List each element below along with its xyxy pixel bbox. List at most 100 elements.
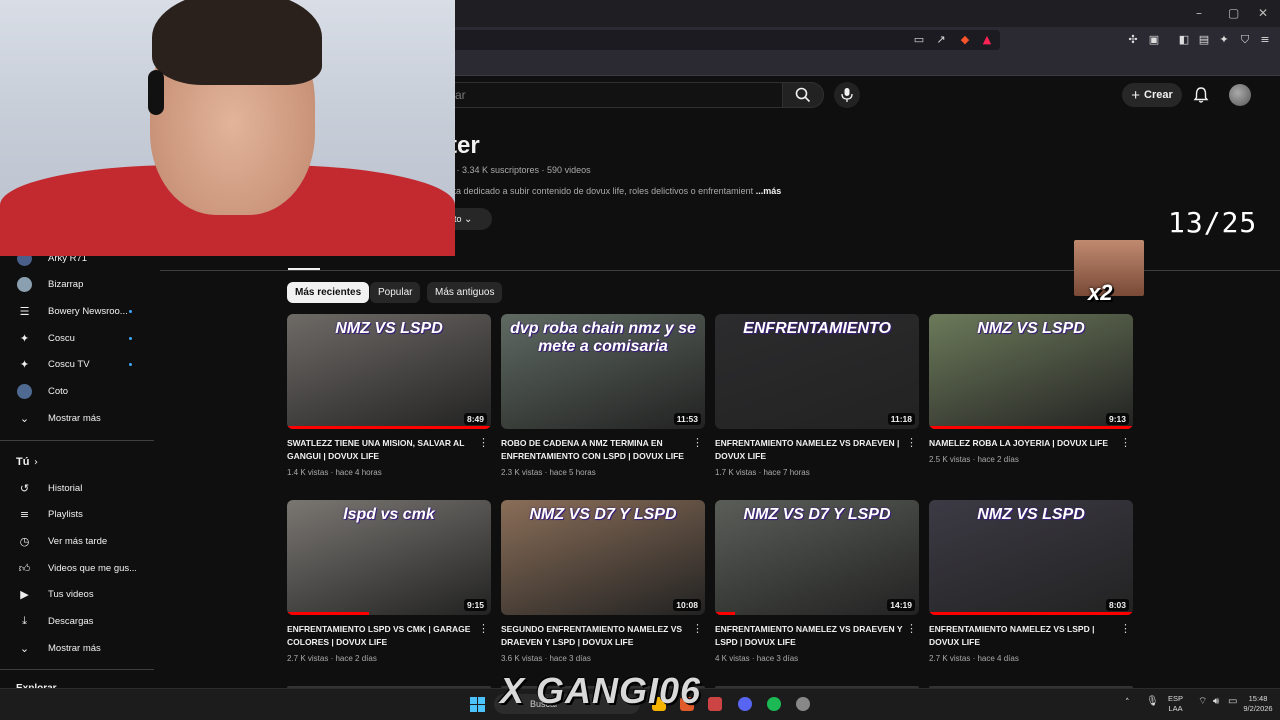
battery-icon[interactable]: ▭ [1228,697,1237,707]
video-card[interactable]: NMZ VS LSPD 8:49 SWATLEZZ TIENE UNA MISION… [287,314,491,484]
video-thumbnail[interactable]: NMZ VS D7 Y LSPD 14:19 [715,500,919,615]
chip-recent[interactable]: Más recientes [287,282,370,303]
more-options-icon[interactable]: ⋮ [1120,436,1131,449]
video-thumbnail[interactable]: NMZ VS LSPD 8:49 [287,314,491,429]
search-input[interactable] [441,83,782,107]
video-title[interactable]: ENFRENTAMIENTO NAMELEZ VS DRAEVEN | DOVU… [715,437,911,463]
channel-avatar [17,276,32,292]
video-title[interactable]: NAMELEZ ROBA LA JOYERIA | DOVUX LIFE [929,437,1125,450]
tray-chevron-icon[interactable]: ˄ [1125,698,1130,708]
volume-icon[interactable]: 🔊︎ [1213,697,1219,707]
windows-start-icon[interactable] [470,697,485,712]
voice-search-button[interactable] [834,82,860,108]
video-thumbnail[interactable]: ENFRENTAMIENTO 11:18 [715,314,919,429]
video-card[interactable]: ENFRENTAMIENTO 11:18 ENFRENTAMIENTO NAMELE… [715,314,919,484]
video-views: 2.5 K vistas [929,455,971,464]
video-thumbnail[interactable]: lspd vs cmk 9:15 [287,500,491,615]
wallet2-icon[interactable]: ▤ [1197,33,1211,47]
clock-date: 9/2/2026 [1243,704,1273,713]
video-title[interactable]: ENFRENTAMIENTO NAMELEZ VS DRAEVEN Y LSPD… [715,623,911,649]
vpn-icon[interactable]: ⛉ [1238,33,1252,47]
extensions-icon[interactable]: ✣ [1126,33,1140,47]
video-title[interactable]: ENFRENTAMIENTO NAMELEZ VS LSPD | DOVUX L… [929,623,1125,649]
sidebar-item-your-videos[interactable]: ▶ Tus videos [0,582,154,606]
more-link[interactable]: ...más [756,186,782,196]
video-thumbnail[interactable]: NMZ VS D7 Y LSPD 10:08 [501,500,705,615]
sidebar-item-bowery[interactable]: ☰ Bowery Newsroo... [0,299,154,323]
sidebar-show-more-tu[interactable]: ⌄ Mostrar más [0,636,154,660]
chip-oldest[interactable]: Más antiguos [427,282,503,303]
microphone-tray-icon[interactable]: 🎙︎ [1146,697,1159,707]
sidebar-show-more-subs[interactable]: ⌄ Mostrar más [0,406,154,430]
video-age: hace 3 días [756,654,799,663]
account-avatar[interactable] [1229,84,1251,106]
sidebar-item-coto[interactable]: Coto [0,379,154,403]
more-options-icon[interactable]: ⋮ [906,622,917,635]
playlists-icon: ≡ [19,507,30,521]
sidebar-item-history[interactable]: ↺ Historial [0,476,154,500]
video-card[interactable]: dvp roba chain nmz y se mete a comisaria… [501,314,705,484]
video-thumbnail[interactable]: dvp roba chain nmz y se mete a comisaria… [501,314,705,429]
video-title[interactable]: ROBO DE CADENA A NMZ TERMINA EN ENFRENTA… [501,437,697,463]
video-card[interactable]: lspd vs cmk 9:15 ENFRENTAMIENTO LSPD VS CM… [287,500,491,670]
cast-icon[interactable]: ▭ [912,33,926,47]
spotify-taskbar-icon[interactable] [767,697,781,711]
sidebar-section-tu[interactable]: Tú › [0,450,154,474]
close-icon[interactable]: ✕ [1258,6,1268,20]
brave-shield-icon[interactable]: ◆ [958,33,972,47]
taskbar-clock[interactable]: 15:48 9/2/2026 [1240,694,1276,714]
sidebar-item-watch-later[interactable]: ◷ Ver más tarde [0,529,154,553]
more-options-icon[interactable]: ⋮ [478,436,489,449]
video-duration: 8:03 [1105,599,1129,611]
more-options-icon[interactable]: ⋮ [692,622,703,635]
create-button[interactable]: + Crear [1122,83,1182,107]
sidebar-item-playlists[interactable]: ≡ Playlists [0,502,154,526]
menu-icon[interactable]: ≡ [1258,33,1272,47]
video-card[interactable]: NMZ VS LSPD 8:03 ENFRENTAMIENTO NAMELEZ VS… [929,500,1133,670]
wifi-icon[interactable]: ⌔ [1198,697,1207,707]
channel-description[interactable]: sta dedicado a subir contenido de dovux … [449,186,781,196]
video-card[interactable]: NMZ VS D7 Y LSPD 10:08 SEGUNDO ENFRENTAMIE… [501,500,705,670]
create-label: Crear [1144,89,1173,101]
sidebar-item-coscu[interactable]: ✦ Coscu [0,326,154,350]
sidebar-item-label: Videos que me gus... [48,562,136,574]
app-taskbar-icon[interactable] [708,697,722,711]
more-options-icon[interactable]: ⋮ [1120,622,1131,635]
more-options-icon[interactable]: ⋮ [478,622,489,635]
sidebar-item-liked[interactable]: 👍︎ Videos que me gus... [0,556,154,580]
channel-avatar: ✦ [19,357,30,371]
brave-rewards-icon[interactable]: ▲ [980,33,994,47]
discord-taskbar-icon[interactable] [738,697,752,711]
sidebar-item-downloads[interactable]: ⤓ Descargas [0,609,154,633]
video-thumbnail[interactable]: NMZ VS LSPD 8:03 [929,500,1133,615]
share-icon[interactable]: ↗ [934,33,948,47]
more-options-icon[interactable]: ⋮ [692,436,703,449]
overlay-counter: 13/25 [1168,206,1258,239]
notifications-bell-icon[interactable] [1192,86,1210,104]
video-title[interactable]: SEGUNDO ENFRENTAMIENTO NAMELEZ VS DRAEVE… [501,623,697,649]
sidebar-item-bizarrap[interactable]: Bizarrap [0,272,154,296]
maximize-icon[interactable]: ▢ [1228,6,1239,20]
obs-taskbar-icon[interactable] [796,697,810,711]
language-indicator[interactable]: ESP LAA [1168,694,1183,714]
chip-popular[interactable]: Popular [370,282,421,303]
sidebar-item-coscu-tv[interactable]: ✦ Coscu TV [0,352,154,376]
your-videos-icon: ▶ [20,587,29,601]
chevron-down-icon: ⌄ [464,214,473,225]
more-options-icon[interactable]: ⋮ [906,436,917,449]
chevron-down-icon: ⌄ [19,641,30,655]
video-card[interactable]: NMZ VS D7 Y LSPD 14:19 ENFRENTAMIENTO NAME… [715,500,919,670]
sidebar-item-label: Mostrar más [48,412,101,424]
video-title[interactable]: SWATLEZZ TIENE UNA MISION, SALVAR AL GAN… [287,437,483,463]
video-card[interactable]: NMZ VS LSPD 9:13 NAMELEZ ROBA LA JOYERIA |… [929,314,1133,484]
video-title[interactable]: ENFRENTAMIENTO LSPD VS CMK | GARAGE COLO… [287,623,483,649]
leo-ai-icon[interactable]: ✦ [1217,33,1231,47]
wallet-icon[interactable]: ▣ [1147,33,1161,47]
sidebar-toggle-icon[interactable]: ◧ [1177,33,1191,47]
history-icon: ↺ [19,481,30,495]
minimize-icon[interactable]: – [1196,6,1202,20]
search-box[interactable] [440,82,782,108]
video-duration: 9:13 [1105,413,1129,425]
video-thumbnail[interactable]: NMZ VS LSPD 9:13 [929,314,1133,429]
search-button[interactable] [782,82,824,108]
